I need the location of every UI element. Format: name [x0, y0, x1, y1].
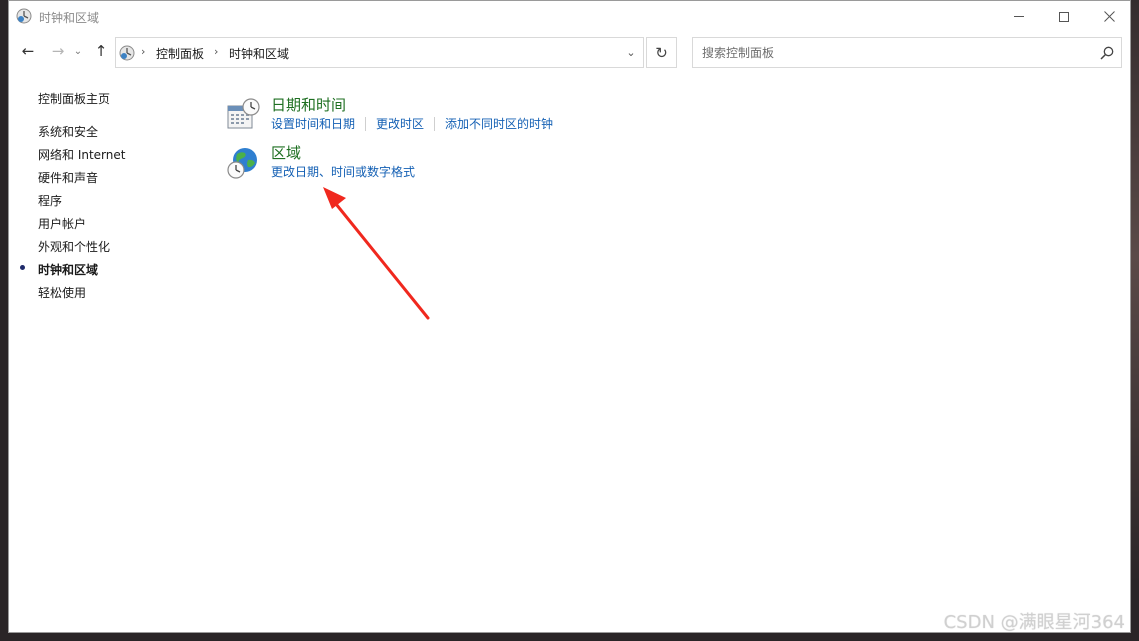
search-input[interactable] [693, 38, 1093, 67]
forward-arrow-icon: → [51, 42, 65, 60]
sidebar-item-system-security[interactable]: 系统和安全 [38, 123, 98, 140]
address-dropdown-icon[interactable]: ⌄ [623, 46, 639, 60]
back-button[interactable]: ← [18, 41, 38, 61]
breadcrumb-clock-region[interactable]: 时钟和区域 [229, 45, 289, 62]
sidebar-item-programs[interactable]: 程序 [38, 192, 62, 209]
active-indicator [20, 265, 25, 270]
refresh-button[interactable]: ↻ [646, 37, 677, 68]
watermark: CSDN @满眼星河364 [943, 612, 1125, 633]
sidebar-item-network[interactable]: 网络和 Internet [38, 146, 125, 163]
sidebar-item-home[interactable]: 控制面板主页 [38, 90, 110, 107]
sidebar-item-user-accounts[interactable]: 用户帐户 [38, 215, 86, 232]
navigation-bar: ← → ⌄ ↑ › 控制面板 › 时钟和区域 ⌄ ↻ [9, 32, 1130, 72]
search-icon[interactable] [1100, 46, 1114, 60]
close-icon [1103, 11, 1115, 22]
control-panel-icon [119, 45, 135, 61]
close-button[interactable] [1086, 1, 1132, 32]
sidebar-item-clock-region[interactable]: 时钟和区域 [38, 261, 98, 278]
address-bar[interactable]: › 控制面板 › 时钟和区域 ⌄ [115, 37, 644, 68]
sidebar-item-hardware-sound[interactable]: 硬件和声音 [38, 169, 98, 186]
minimize-button[interactable] [996, 1, 1042, 32]
chevron-down-icon: ⌄ [73, 45, 83, 57]
link-add-clocks[interactable]: 添加不同时区的时钟 [445, 115, 553, 132]
link-set-time-date[interactable]: 设置时间和日期 [271, 115, 355, 132]
breadcrumb-separator[interactable]: › [214, 45, 218, 58]
sidebar-item-appearance[interactable]: 外观和个性化 [38, 238, 110, 255]
link-change-formats[interactable]: 更改日期、时间或数字格式 [271, 163, 415, 180]
up-button[interactable]: ↑ [91, 41, 111, 61]
globe-clock-icon [227, 148, 257, 179]
refresh-icon: ↻ [655, 43, 668, 62]
calendar-clock-icon [227, 98, 260, 129]
minimize-icon [1014, 16, 1024, 17]
link-change-time-zone[interactable]: 更改时区 [376, 115, 424, 132]
category-links-date-time: 设置时间和日期 更改时区 添加不同时区的时钟 [271, 115, 553, 132]
maximize-icon [1059, 11, 1069, 22]
up-arrow-icon: ↑ [94, 42, 108, 60]
search-box[interactable] [692, 37, 1122, 68]
link-divider [365, 116, 367, 131]
maximize-button[interactable] [1041, 1, 1087, 32]
breadcrumb-control-panel[interactable]: 控制面板 [156, 45, 204, 62]
back-arrow-icon: ← [21, 42, 35, 60]
forward-button[interactable]: → [48, 41, 68, 61]
breadcrumb-separator[interactable]: › [141, 45, 145, 58]
control-panel-icon [16, 8, 32, 24]
category-title-date-time[interactable]: 日期和时间 [271, 94, 346, 115]
recent-locations-button[interactable]: ⌄ [71, 41, 85, 61]
sidebar-item-ease-of-access[interactable]: 轻松使用 [38, 284, 86, 301]
category-links-region: 更改日期、时间或数字格式 [271, 163, 415, 180]
category-title-region[interactable]: 区域 [271, 142, 301, 163]
window-title: 时钟和区域 [39, 11, 100, 25]
title-bar: 时钟和区域 [9, 1, 1130, 32]
control-panel-window: 时钟和区域 ← → ⌄ ↑ › 控制面板 › 时钟和区域 ⌄ ↻ 搜索控制面板 … [8, 0, 1131, 633]
link-divider [434, 116, 436, 131]
